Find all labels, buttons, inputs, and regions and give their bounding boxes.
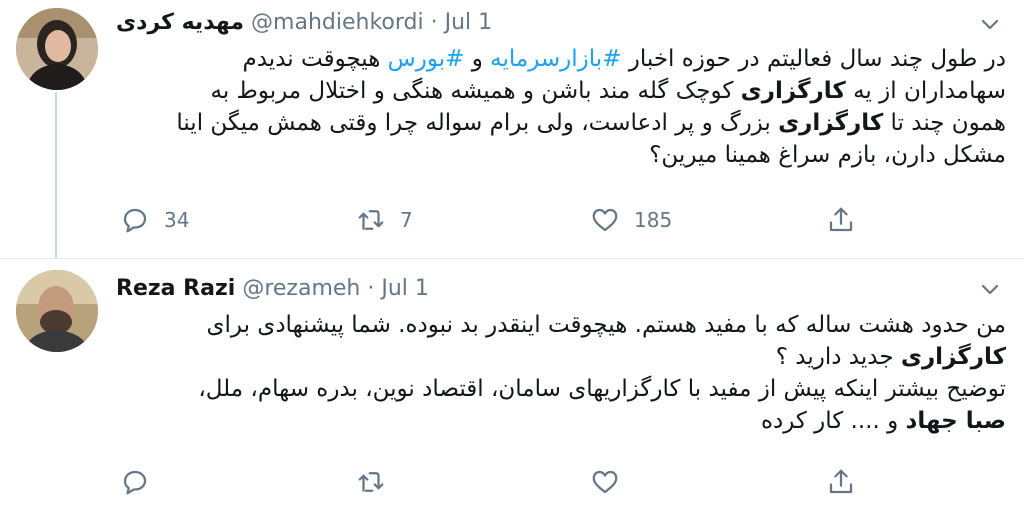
tweet[interactable]: مهدیه کردی @mahdiehkordi · Jul 1 در طول …: [0, 0, 1024, 259]
chevron-down-icon[interactable]: [978, 277, 1002, 301]
tweet[interactable]: Reza Razi @rezameh · Jul 1 من حدود هشت س…: [0, 259, 1024, 513]
tweet-actions: 34 7 185: [116, 200, 876, 240]
highlighted-keyword: صبا جهاد: [905, 408, 1006, 434]
tweet-text-segment: مشکل دارن، بازم سراغ همینا میرین؟: [649, 142, 1006, 168]
chevron-down-icon[interactable]: [978, 12, 1002, 36]
heart-icon: [592, 470, 618, 494]
tweet-text-line: صبا جهاد و .... کار کرده: [116, 405, 1006, 437]
highlighted-keyword: کارگزاری: [740, 78, 846, 104]
user-handle[interactable]: @rezameh: [242, 276, 360, 301]
tweet-actions: [116, 462, 876, 502]
tweet-text-line: کارگزاری جدید دارید ؟: [116, 341, 1006, 373]
display-name[interactable]: مهدیه کردی: [116, 10, 244, 35]
thread-connector: [55, 92, 57, 258]
reply-icon: [123, 208, 147, 233]
tweet-text-segment: هیچوقت ندیدم: [242, 46, 388, 72]
tweet-text-segment: سهامداران از یه: [845, 78, 1006, 104]
share-button[interactable]: [826, 462, 856, 502]
reply-icon: [123, 470, 147, 495]
like-count: 185: [634, 208, 673, 232]
tweet-text-line: سهامداران از یه کارگزاری کوچک گله مند با…: [116, 75, 1006, 107]
reply-button[interactable]: [120, 462, 164, 502]
avatar[interactable]: [16, 8, 98, 90]
avatar[interactable]: [16, 270, 98, 352]
user-handle[interactable]: @mahdiehkordi: [251, 10, 424, 35]
tweet-text: من حدود هشت ساله که با مفید هستم. هیچوقت…: [116, 309, 1006, 437]
retweet-count: 7: [400, 208, 413, 232]
tweet-text-line: مشکل دارن، بازم سراغ همینا میرین؟: [116, 139, 1006, 171]
reply-button[interactable]: 34: [120, 200, 189, 240]
tweet-text-segment: جدید دارید ؟: [775, 344, 901, 370]
share-icon: [829, 207, 853, 232]
share-icon: [829, 469, 853, 494]
reply-count: 34: [164, 208, 190, 232]
tweet-text-segment: من حدود هشت ساله که با مفید هستم. هیچوقت…: [206, 312, 1006, 338]
retweet-icon: [358, 210, 384, 230]
tweet-text-segment: توضیح بیشتر اینکه پیش از مفید با کارگزار…: [198, 376, 1006, 402]
display-name[interactable]: Reza Razi: [116, 276, 235, 301]
like-button[interactable]: [590, 462, 634, 502]
hashtag-link[interactable]: #بازارسرمایه: [490, 46, 621, 72]
separator: ·: [430, 10, 438, 35]
hashtag-link[interactable]: #بورس: [388, 46, 465, 72]
tweet-text-segment: کوچک گله مند باشن و همیشه هنگی و اختلال …: [210, 78, 741, 104]
share-button[interactable]: [826, 200, 856, 240]
tweet-text-segment: بزرگ و پر ادعاست، ولی برام سواله چرا وقت…: [176, 110, 779, 136]
highlighted-keyword: کارگزاری: [900, 344, 1006, 370]
tweet-date[interactable]: Jul 1: [381, 276, 429, 301]
tweet-text-line: همون چند تا کارگزاری بزرگ و پر ادعاست، و…: [116, 107, 1006, 139]
tweet-text-line: در طول چند سال فعالیتم در حوزه اخبار #با…: [116, 43, 1006, 75]
tweet-text-segment: و .... کار کرده: [760, 408, 906, 434]
tweet-text: در طول چند سال فعالیتم در حوزه اخبار #با…: [116, 43, 1006, 171]
retweet-button[interactable]: 7: [356, 200, 413, 240]
tweet-text-segment: همون چند تا: [883, 110, 1006, 136]
like-button[interactable]: 185: [590, 200, 672, 240]
tweet-text-line: توضیح بیشتر اینکه پیش از مفید با کارگزار…: [116, 373, 1006, 405]
tweet-date[interactable]: Jul 1: [445, 10, 493, 35]
tweet-text-line: من حدود هشت ساله که با مفید هستم. هیچوقت…: [116, 309, 1006, 341]
separator: ·: [367, 276, 375, 301]
tweet-header: مهدیه کردی @mahdiehkordi · Jul 1: [116, 8, 492, 38]
tweet-text-segment: و: [464, 46, 491, 72]
retweet-button[interactable]: [356, 462, 400, 502]
tweet-header: Reza Razi @rezameh · Jul 1: [116, 274, 429, 304]
tweet-text-segment: در طول چند سال فعالیتم در حوزه اخبار: [621, 46, 1006, 72]
heart-icon: [592, 208, 618, 232]
retweet-icon: [358, 472, 384, 492]
highlighted-keyword: کارگزاری: [778, 110, 884, 136]
